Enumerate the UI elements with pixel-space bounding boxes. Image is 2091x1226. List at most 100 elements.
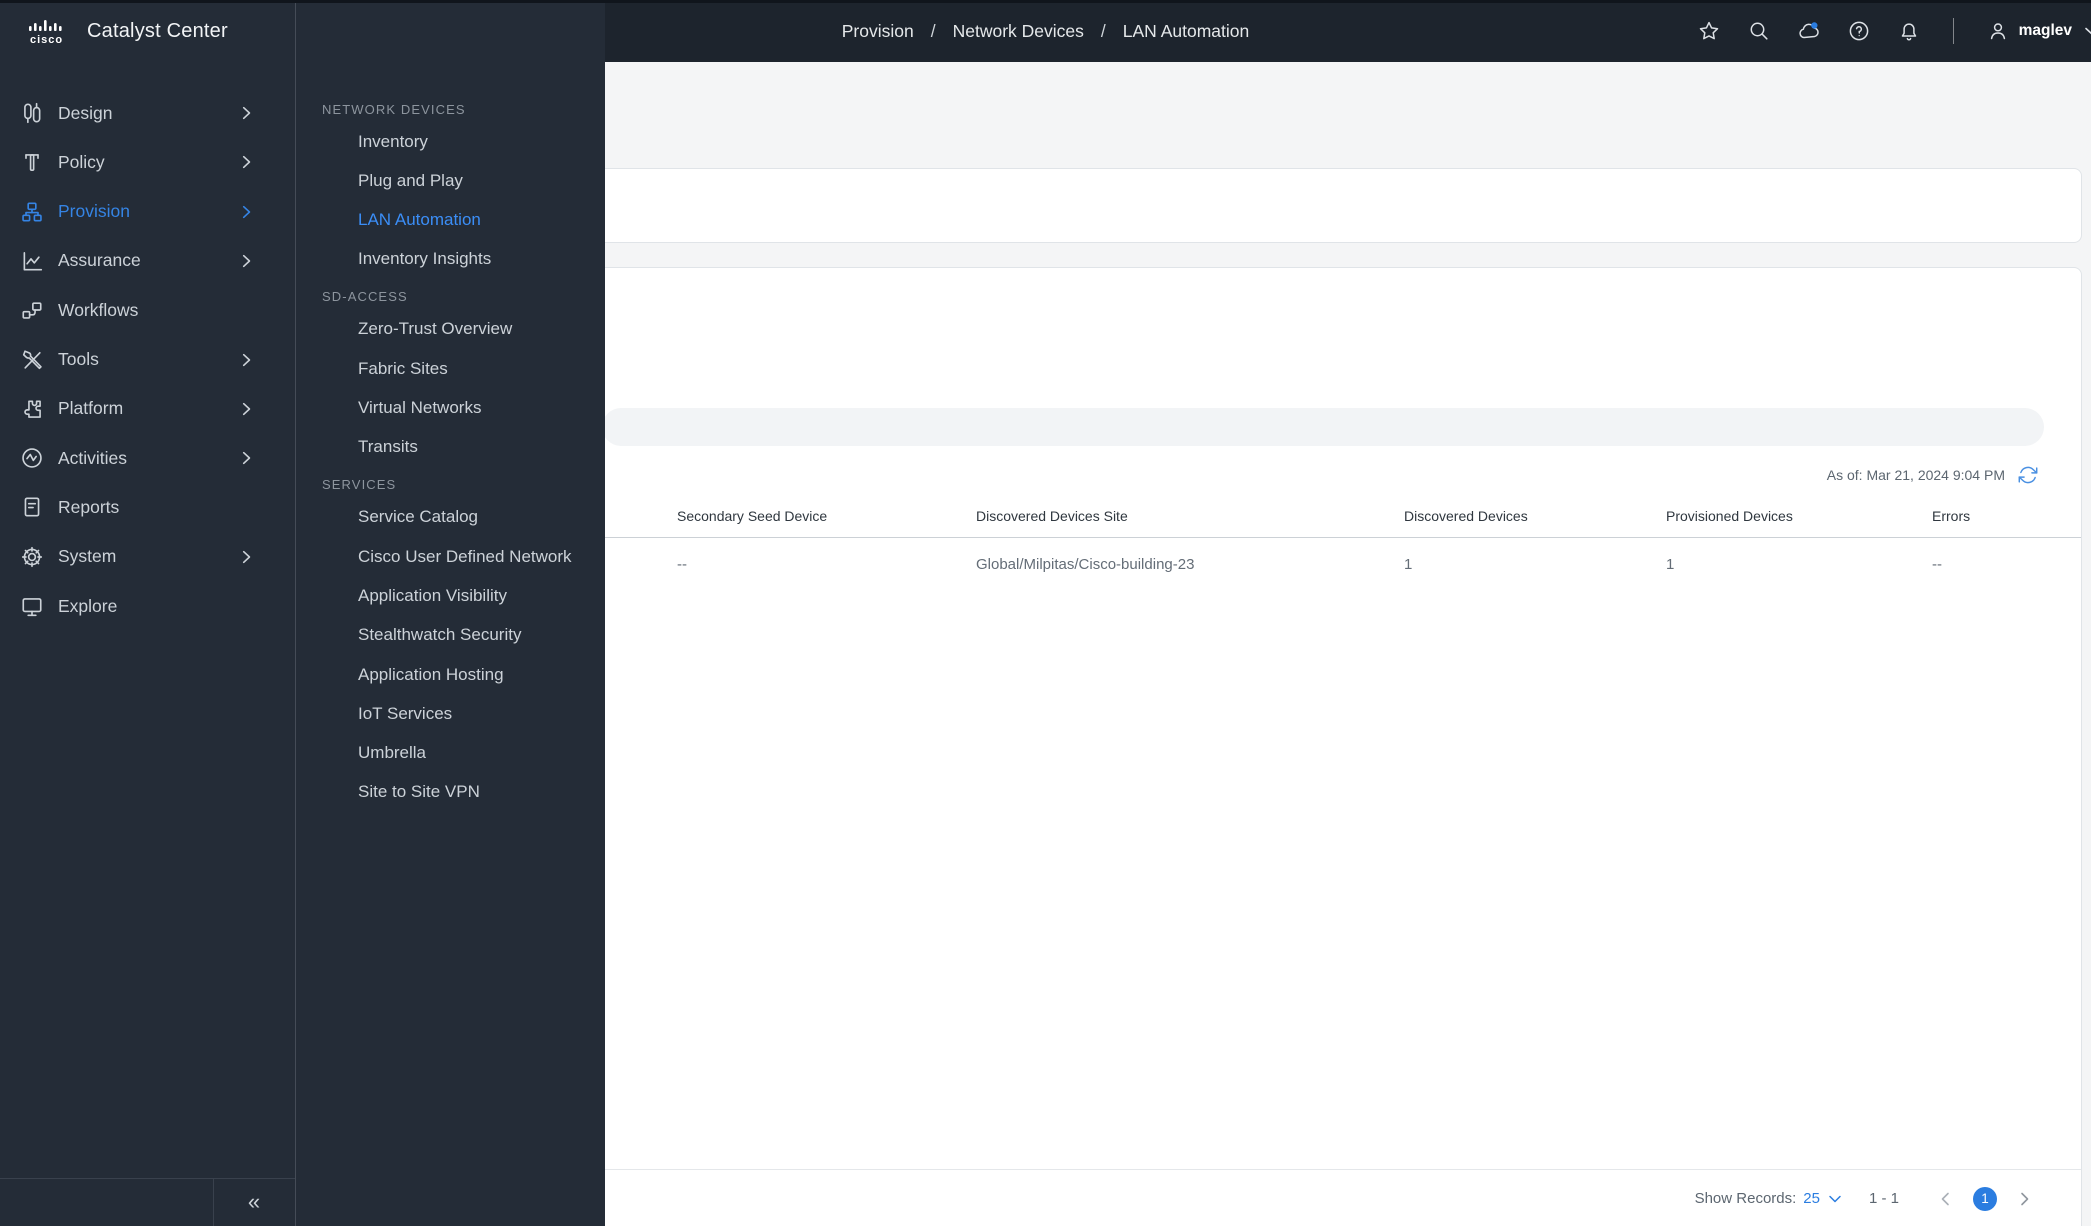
lan-automation-table: Secondary Seed Device Discovered Devices …	[586, 494, 2081, 591]
breadcrumb-separator: /	[1100, 20, 1106, 41]
sidebar-item-activities[interactable]: Activities	[0, 433, 295, 483]
table-header-errors[interactable]: Errors	[1932, 508, 2072, 524]
activities-icon	[20, 446, 44, 470]
next-page-icon[interactable]	[2015, 1190, 2033, 1208]
sidebar-item-label: System	[58, 546, 117, 567]
sidebar: cisco Catalyst Center Design Policy Provis…	[0, 0, 295, 1226]
flyout-item-zero-trust-overview[interactable]: Zero-Trust Overview	[296, 310, 606, 348]
sidebar-item-tools[interactable]: Tools	[0, 335, 295, 385]
table-cell: --	[1932, 556, 1942, 573]
tools-icon	[20, 348, 44, 372]
table-cell: Global/Milpitas/Cisco-building-23	[976, 556, 1195, 573]
explore-icon	[20, 594, 44, 618]
table-header-discovered-devices-site[interactable]: Discovered Devices Site	[976, 508, 1404, 524]
flyout-item-plug-and-play[interactable]: Plug and Play	[296, 162, 606, 200]
flyout-item-application-visibility[interactable]: Application Visibility	[296, 577, 606, 615]
sidebar-item-label: Explore	[58, 595, 118, 616]
product-title: Catalyst Center	[87, 19, 228, 42]
user-icon	[1986, 19, 2010, 43]
breadcrumb-provision[interactable]: Provision	[842, 21, 914, 42]
flyout-item-stealthwatch-security[interactable]: Stealthwatch Security	[296, 616, 606, 654]
breadcrumb-separator: /	[930, 20, 936, 41]
sidebar-item-design[interactable]: Design	[0, 88, 295, 138]
flyout-item-inventory[interactable]: Inventory	[296, 123, 606, 161]
sidebar-collapse-button[interactable]: «	[213, 1178, 295, 1226]
chevron-down-icon	[2081, 19, 2091, 43]
sidebar-item-label: Activities	[58, 447, 128, 468]
flyout-item-fabric-sites[interactable]: Fabric Sites	[296, 350, 606, 388]
flyout-item-lan-automation[interactable]: LAN Automation	[296, 201, 606, 239]
sidebar-item-label: Assurance	[58, 250, 141, 271]
cisco-logo-icon: cisco	[27, 16, 71, 46]
page-size-caret-icon[interactable]	[1827, 1191, 1843, 1207]
sidebar-item-assurance[interactable]: Assurance	[0, 236, 295, 286]
chevron-right-icon	[238, 400, 256, 418]
chevron-right-icon	[238, 252, 256, 270]
search-icon[interactable]	[1747, 19, 1771, 43]
sidebar-item-provision[interactable]: Provision	[0, 187, 295, 237]
breadcrumb: Provision / Network Devices / LAN Automa…	[842, 0, 1250, 62]
flyout-item-service-catalog[interactable]: Service Catalog	[296, 498, 606, 536]
summary-card	[585, 168, 2082, 243]
table-header-secondary-seed-device[interactable]: Secondary Seed Device	[677, 508, 976, 524]
sidebar-item-label: Tools	[58, 349, 99, 369]
table-header-discovered-devices[interactable]: Discovered Devices	[1404, 508, 1666, 524]
current-page-button[interactable]: 1	[1973, 1186, 1997, 1211]
provision-flyout-menu: NETWORK DEVICES Inventory Plug and Play LAN…	[295, 0, 605, 1226]
table-header-row: Secondary Seed Device Discovered Devices …	[586, 494, 2081, 538]
sidebar-item-label: Workflows	[58, 299, 139, 320]
table-cell: 1	[1666, 556, 1675, 573]
system-icon	[20, 545, 44, 569]
flyout-item-umbrella[interactable]: Umbrella	[296, 734, 606, 772]
table-cell: --	[677, 556, 687, 573]
cloud-icon[interactable]	[1797, 19, 1821, 43]
sidebar-item-label: Design	[58, 102, 113, 123]
assurance-icon	[20, 249, 44, 273]
as-of-timestamp: As of: Mar 21, 2024 9:04 PM	[1826, 467, 2005, 483]
window-top-edge	[0, 0, 2091, 3]
user-menu[interactable]: maglev	[1986, 19, 2091, 43]
flyout-item-virtual-networks[interactable]: Virtual Networks	[296, 389, 606, 427]
policy-icon	[20, 150, 44, 174]
sidebar-item-label: Policy	[58, 151, 105, 172]
platform-icon	[20, 397, 44, 421]
topbar-divider	[1952, 18, 1954, 44]
as-of-row: As of: Mar 21, 2024 9:04 PM	[1827, 464, 2039, 486]
chevron-right-icon	[238, 203, 256, 221]
sidebar-item-label: Provision	[58, 201, 130, 222]
flyout-item-transits[interactable]: Transits	[296, 428, 606, 466]
sidebar-item-policy[interactable]: Policy	[0, 137, 295, 187]
refresh-icon[interactable]	[2017, 464, 2039, 486]
table-filter-bar[interactable]	[602, 408, 2044, 446]
design-icon	[20, 101, 44, 125]
flyout-item-site-to-site-vpn[interactable]: Site to Site VPN	[296, 773, 606, 811]
page-range: 1 - 1	[1868, 1190, 1899, 1207]
workflows-icon	[20, 298, 44, 322]
sidebar-item-reports[interactable]: Reports	[0, 482, 295, 532]
chevron-right-icon	[238, 449, 256, 467]
help-icon[interactable]	[1847, 19, 1871, 43]
flyout-item-cisco-user-defined-network[interactable]: Cisco User Defined Network	[296, 538, 606, 576]
provision-icon	[20, 200, 44, 224]
page-size-value[interactable]: 25	[1803, 1190, 1820, 1207]
chevron-right-icon	[238, 153, 256, 171]
app-root: Provision / Network Devices / LAN Automa…	[0, 0, 2091, 1226]
sidebar-item-platform[interactable]: Platform	[0, 384, 295, 434]
breadcrumb-network-devices[interactable]: Network Devices	[953, 21, 1084, 42]
flyout-item-inventory-insights[interactable]: Inventory Insights	[296, 240, 606, 278]
prev-page-icon[interactable]	[1937, 1190, 1955, 1208]
flyout-item-application-hosting[interactable]: Application Hosting	[296, 656, 606, 694]
bell-icon[interactable]	[1897, 19, 1921, 43]
brand: cisco Catalyst Center	[0, 0, 295, 62]
topbar-actions: maglev	[1697, 0, 2091, 62]
sidebar-item-explore[interactable]: Explore	[0, 581, 295, 631]
table-header-provisioned-devices[interactable]: Provisioned Devices	[1666, 508, 1932, 524]
flyout-item-iot-services[interactable]: IoT Services	[296, 695, 606, 733]
table-row: -- Global/Milpitas/Cisco-building-23 1 1 --	[586, 538, 2081, 591]
sidebar-item-workflows[interactable]: Workflows	[0, 285, 295, 335]
star-icon[interactable]	[1697, 19, 1721, 43]
chevron-right-icon	[238, 104, 256, 122]
chevron-right-icon	[238, 351, 256, 369]
table-body: -- Global/Milpitas/Cisco-building-23 1 1 --	[586, 538, 2081, 591]
sidebar-item-system[interactable]: System	[0, 532, 295, 582]
